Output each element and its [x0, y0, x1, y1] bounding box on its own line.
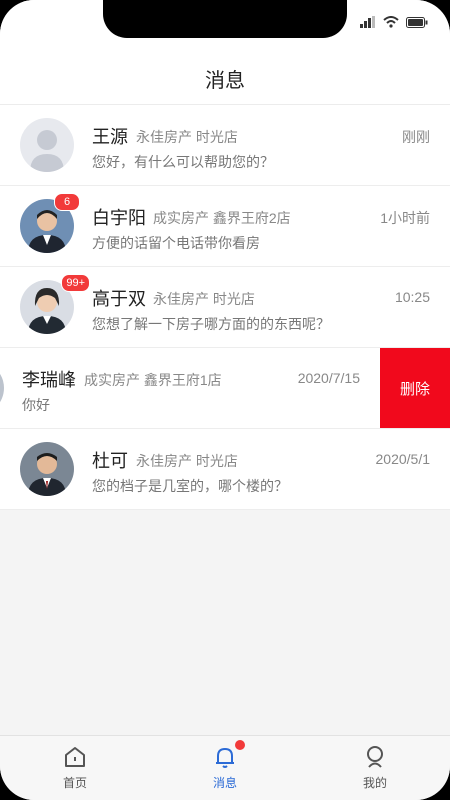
profile-icon	[367, 746, 383, 768]
message-time: 10:25	[394, 289, 430, 305]
tab-messages[interactable]: 消息	[150, 736, 300, 800]
message-time: 刚刚	[402, 129, 430, 145]
unread-badge: 99+	[61, 274, 90, 292]
default-avatar-icon	[20, 118, 74, 172]
battery-icon	[406, 16, 428, 28]
cellular-signal-icon	[360, 16, 375, 28]
tab-profile[interactable]: 我的	[300, 736, 450, 800]
bottom-tab-bar: 首页 消息 我的	[0, 735, 450, 800]
message-preview: 您的档子是几室的，哪个楼的？	[92, 478, 288, 494]
contact-name: 高于双	[92, 289, 146, 309]
message-preview: 你好	[22, 397, 50, 413]
conversation-row[interactable]: 99+ 高于双 永佳房产 时光店 10:25 您想了解一下房子哪方面的的东西呢？	[0, 267, 450, 348]
conversation-row[interactable]: 李瑞峰 成实房产 鑫界王府1店 2020/7/15 你好 删除	[0, 348, 450, 429]
agency-name: 永佳房产 时光店	[136, 453, 238, 469]
conversation-row-content[interactable]: 99+ 高于双 永佳房产 时光店 10:25 您想了解一下房子哪方面的的东西呢？	[0, 267, 450, 347]
agency-name: 永佳房产 时光店	[153, 291, 255, 307]
message-preview: 方便的话留个电话带你看房	[92, 235, 260, 251]
avatar	[0, 361, 4, 415]
agency-name: 成实房产 鑫界王府2店	[153, 210, 291, 226]
status-bar	[360, 16, 428, 28]
agency-name: 永佳房产 时光店	[136, 129, 238, 145]
page-title: 消息	[205, 70, 245, 92]
phone-screen: 消息 王源 永佳房产 时光店 刚刚 您好，有什么可以帮助您的？ 6 白宇阳 成实…	[0, 0, 450, 800]
message-time: 2020/7/15	[297, 370, 360, 386]
agent-photo-icon	[20, 442, 74, 496]
contact-name: 白宇阳	[92, 208, 146, 228]
conversation-row[interactable]: 6 白宇阳 成实房产 鑫界王府2店 1小时前 方便的话留个电话带你看房	[0, 186, 450, 267]
agency-name: 成实房产 鑫界王府1店	[84, 372, 222, 388]
avatar: 99+	[20, 274, 90, 334]
message-preview: 您想了解一下房子哪方面的的东西呢？	[92, 316, 330, 332]
message-time: 1小时前	[380, 210, 430, 226]
tab-label: 首页	[62, 776, 87, 790]
tab-label: 消息	[212, 776, 237, 790]
avatar	[20, 442, 74, 496]
contact-name: 杜可	[92, 451, 128, 471]
bell-icon	[216, 748, 234, 768]
conversation-row-content[interactable]: 杜可 永佳房产 时光店 2020/5/1 您的档子是几室的，哪个楼的？	[0, 429, 450, 509]
message-preview: 您好，有什么可以帮助您的？	[92, 154, 274, 170]
agent-photo-icon	[0, 361, 4, 415]
message-list: 王源 永佳房产 时光店 刚刚 您好，有什么可以帮助您的？ 6 白宇阳 成实房产 …	[0, 105, 450, 510]
avatar	[20, 118, 74, 172]
conversation-row-content[interactable]: 王源 永佳房产 时光店 刚刚 您好，有什么可以帮助您的？	[0, 105, 450, 185]
message-time: 2020/5/1	[375, 451, 431, 467]
conversation-row[interactable]: 王源 永佳房产 时光店 刚刚 您好，有什么可以帮助您的？	[0, 105, 450, 186]
conversation-row-content[interactable]: 6 白宇阳 成实房产 鑫界王府2店 1小时前 方便的话留个电话带你看房	[0, 186, 450, 266]
delete-button[interactable]: 删除	[380, 348, 450, 428]
unread-badge: 6	[54, 193, 80, 211]
tab-home[interactable]: 首页	[0, 736, 150, 800]
avatar: 6	[20, 193, 80, 253]
tab-label: 我的	[362, 776, 387, 790]
conversation-row-content[interactable]: 李瑞峰 成实房产 鑫界王府1店 2020/7/15 你好	[0, 348, 380, 428]
home-icon	[65, 747, 85, 767]
contact-name: 王源	[92, 127, 128, 147]
contact-name: 李瑞峰	[22, 370, 76, 390]
notch	[103, 0, 347, 38]
conversation-row[interactable]: 杜可 永佳房产 时光店 2020/5/1 您的档子是几室的，哪个楼的？	[0, 429, 450, 510]
wifi-icon	[383, 16, 399, 28]
notification-dot	[235, 740, 245, 750]
